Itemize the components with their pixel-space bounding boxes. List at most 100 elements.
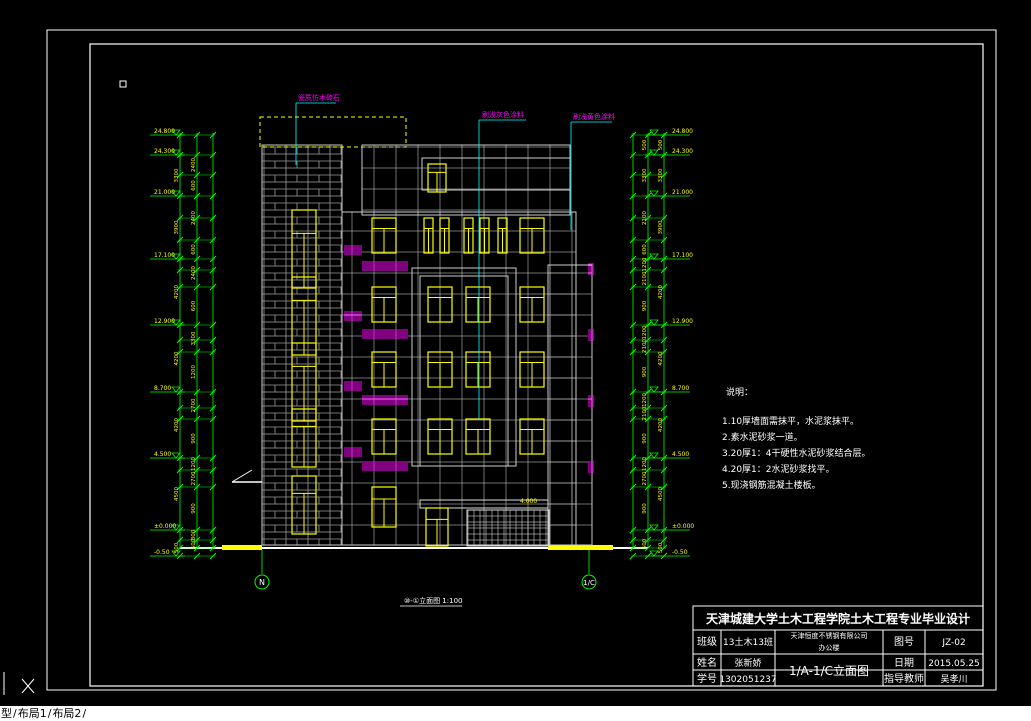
- note-1: 1.10厚墙面需抹平，水泥浆抹平。: [722, 415, 859, 427]
- dimension-value: 500: [191, 538, 197, 549]
- dimension-value: 500: [642, 538, 648, 549]
- dimension-value: 1200: [642, 257, 648, 271]
- axis-label-left: N: [259, 578, 265, 587]
- dimension-value: 3300: [174, 168, 180, 182]
- dimension-value: 2100: [642, 339, 648, 353]
- dimension-value: 4200: [174, 285, 180, 299]
- date-value: 2015.05.25: [928, 659, 980, 669]
- elevation-label-left: 24.800: [154, 128, 175, 135]
- name-label: 姓名: [697, 656, 717, 669]
- title-heading: 天津城建大学土木工程学院土木工程专业毕业设计: [706, 611, 970, 626]
- canopy-level: 4.000: [520, 498, 537, 505]
- dimension-value: 1200: [191, 365, 197, 379]
- dimension-value: 600: [191, 180, 197, 191]
- dimension-value: 300: [191, 529, 197, 540]
- dimension-value: 900: [642, 366, 648, 377]
- entrance-mesh: [466, 509, 550, 547]
- dimension-value: 900: [191, 503, 197, 514]
- dimension-value: 3300: [642, 168, 648, 182]
- tab-layout1[interactable]: 布局1: [17, 706, 48, 721]
- drawing-name: 1/A-1/C立面图: [789, 663, 869, 678]
- elevation-label-left: 4.500: [154, 451, 171, 458]
- elevation-label-right: 8.700: [672, 385, 689, 392]
- side-canopy-strut: [231, 469, 253, 483]
- dimension-value: 3900: [174, 220, 180, 234]
- dimension-value: 500: [658, 139, 664, 150]
- elevation-label-right: 4.500: [672, 451, 689, 458]
- elevation-label-right: -0.50: [672, 549, 688, 556]
- elevation-label-left: ±0.000: [154, 523, 176, 530]
- dimension-value: 600: [191, 300, 197, 311]
- dimension-value: 4200: [174, 351, 180, 365]
- dimension-value: 1200: [642, 325, 648, 339]
- dimension-value: 900: [642, 433, 648, 444]
- advisor-value: 吴孝川: [940, 674, 967, 685]
- cursor-box: [119, 80, 127, 88]
- right-grid: [547, 264, 593, 546]
- advisor-label: 指导教师: [884, 672, 924, 685]
- dimension-value: 600: [642, 244, 648, 255]
- parapet-dashed: [259, 116, 407, 148]
- dimension-value: 2100: [642, 271, 648, 285]
- elevation-label-right: 24.800: [672, 128, 693, 135]
- note-2: 2.素水泥砂浆一道。: [722, 431, 803, 443]
- elevation-label-left: 17.100: [154, 252, 175, 259]
- elevation-label-right: 17.100: [672, 252, 693, 259]
- dimension-value: 900: [642, 503, 648, 514]
- dimension-value: 2100: [642, 406, 648, 420]
- date-label: 日期: [894, 657, 914, 669]
- note-3: 3.20厚1：4干硬性水泥砂浆结合层。: [722, 447, 871, 459]
- dimension-value: 2700: [191, 471, 197, 485]
- tab-separator: /: [82, 707, 87, 720]
- dimension-value: 4200: [658, 351, 664, 365]
- dimension-value: 2400: [191, 266, 197, 280]
- note-4: 4.20厚1：2水泥砂浆找平。: [722, 463, 835, 475]
- dimension-value: 4500: [658, 487, 664, 501]
- elev-triangle-left: [171, 452, 181, 459]
- view-title: ⑩-①立面图 1:100: [404, 596, 462, 605]
- dimension-value: 900: [191, 433, 197, 444]
- elevation-label-left: 24.300: [154, 148, 175, 155]
- layout-tab-bar: 型/布局1/布局2/: [0, 706, 1031, 721]
- class-label: 班级: [697, 636, 717, 648]
- dimension-value: 2400: [191, 211, 197, 225]
- dimension-value: 2100: [642, 211, 648, 225]
- elevation-label-right: ±0.000: [672, 523, 694, 530]
- dimension-value: 500: [642, 139, 648, 150]
- elevation-label-right: 12.900: [672, 318, 693, 325]
- elevation-label-right: 24.300: [672, 148, 693, 155]
- dimension-value: 500: [174, 542, 180, 553]
- dimension-value: 2400: [191, 158, 197, 172]
- stair-tower-grid: [361, 144, 571, 216]
- dimension-value: 1200: [191, 457, 197, 471]
- material-label-gray: 刷浅灰色涂料: [482, 110, 524, 119]
- axis-label-right: 1/C: [583, 579, 595, 587]
- material-label-yellow: 刷浅黄色涂料: [573, 112, 615, 121]
- dimension-value: 3300: [191, 331, 197, 345]
- dimension-value: 4500: [174, 487, 180, 501]
- material-label-brick: 瓷质仿木砖石: [298, 93, 340, 102]
- dimension-value: 3900: [658, 220, 664, 234]
- drawing-no-label: 图号: [894, 636, 914, 648]
- dimension-value: 2700: [191, 398, 197, 412]
- elev-triangle-left: [171, 386, 181, 393]
- ucs-icon: [3, 672, 35, 695]
- cad-drawing-canvas[interactable]: 24.800 24.300 21.000 17.100 12.900 8.700 4.500…: [0, 0, 1031, 721]
- tab-model[interactable]: 型: [0, 706, 13, 721]
- drawing-no: JZ-02: [941, 638, 965, 648]
- dimension-value: 4200: [658, 285, 664, 299]
- dimension-value: 3300: [658, 168, 664, 182]
- student-id-label: 学号: [697, 672, 717, 685]
- dimension-value: 1200: [642, 393, 648, 407]
- student-id: 1302051237: [719, 675, 776, 685]
- ground-hatch-right: [548, 545, 613, 550]
- dimension-value: 1200: [642, 457, 648, 471]
- ground-hatch-left: [222, 545, 262, 550]
- dimension-value: 4200: [174, 418, 180, 432]
- elevation-label-left: -0.50: [154, 549, 170, 556]
- elevation-label-left: 21.000: [154, 189, 175, 196]
- tab-layout2[interactable]: 布局2: [51, 706, 82, 721]
- company: 天津恒度不锈钢有限公司: [791, 631, 868, 640]
- building: 办公楼: [819, 643, 840, 652]
- dimension-value: 500: [658, 542, 664, 553]
